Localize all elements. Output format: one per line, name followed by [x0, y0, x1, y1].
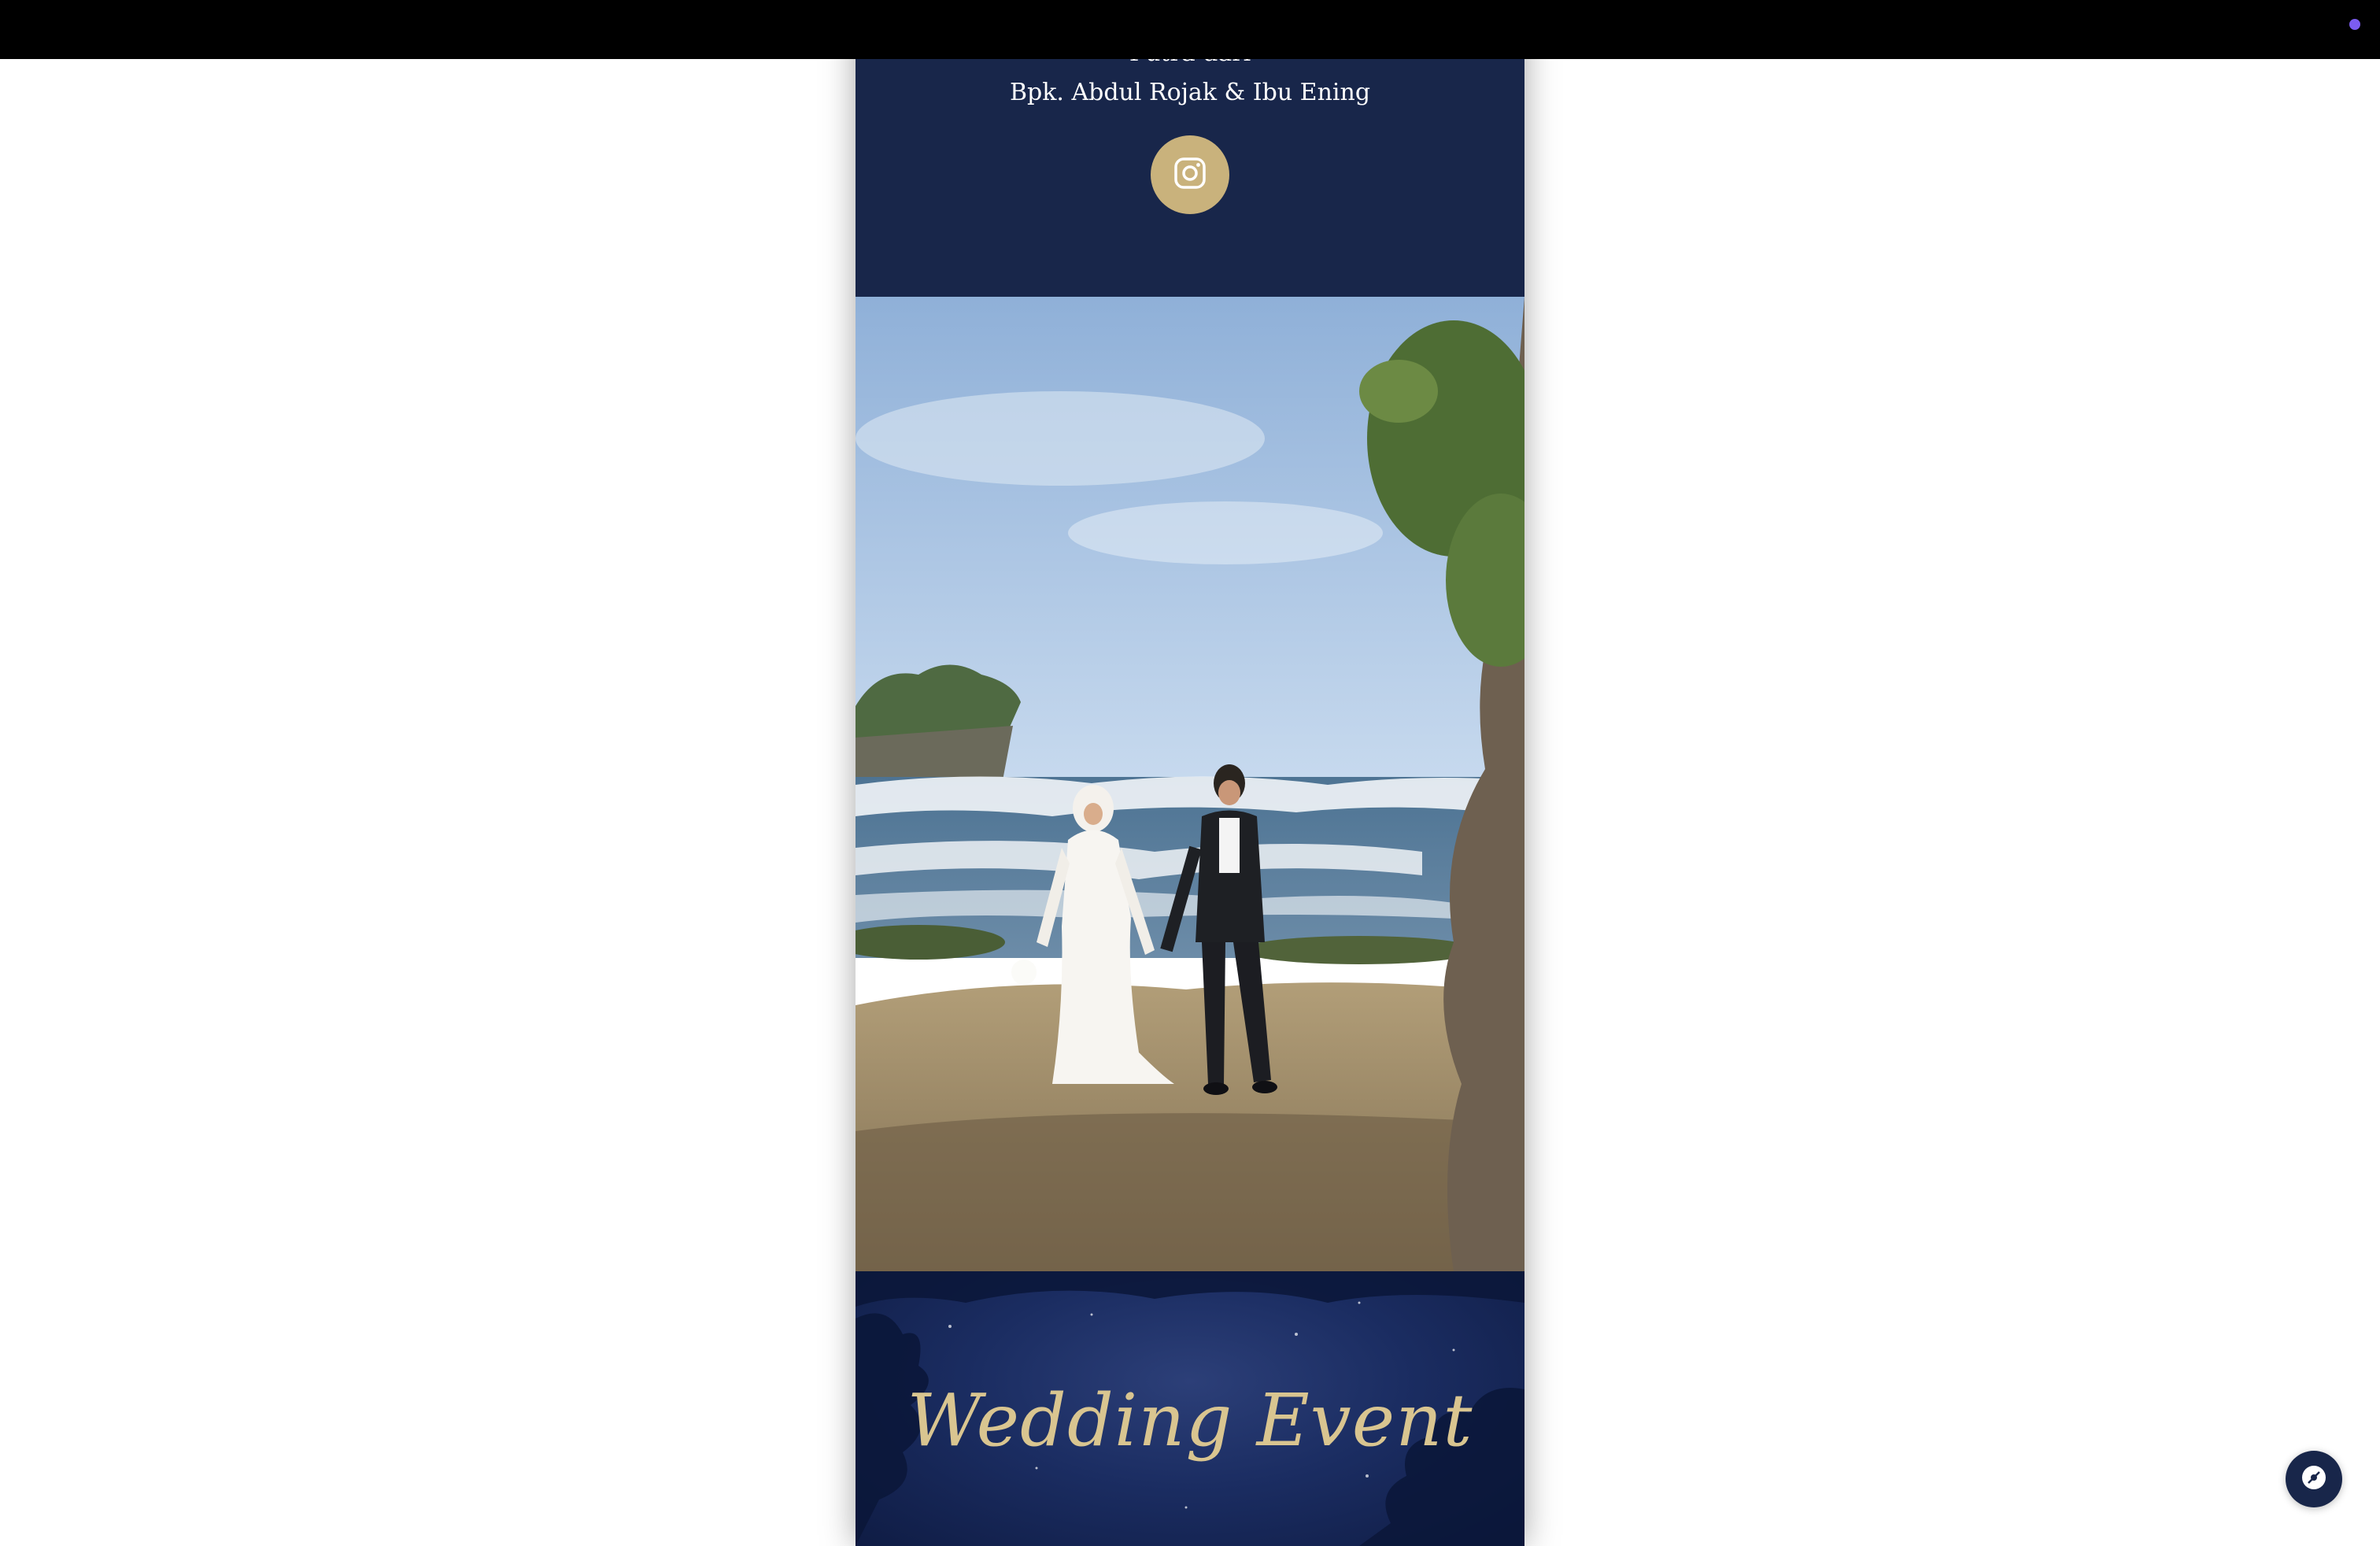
indicator-dot	[2349, 19, 2360, 30]
wedding-event-section: Wedding Event	[856, 1271, 1524, 1546]
event-section-title: Wedding Event	[907, 1378, 1473, 1463]
invitation-page: Putra dari Bpk. Abdul Rojak & Ibu Ening	[856, 0, 1524, 1546]
parent-names: Bpk. Abdul Rojak & Ibu Ening	[1009, 79, 1371, 106]
music-toggle-button[interactable]	[2286, 1451, 2342, 1507]
music-disc-icon	[2301, 1464, 2327, 1494]
couple-photo: arunikstd	[856, 297, 1524, 1271]
instagram-button[interactable]	[1151, 135, 1229, 214]
top-bar	[0, 0, 2380, 59]
instagram-icon	[1173, 156, 1207, 194]
